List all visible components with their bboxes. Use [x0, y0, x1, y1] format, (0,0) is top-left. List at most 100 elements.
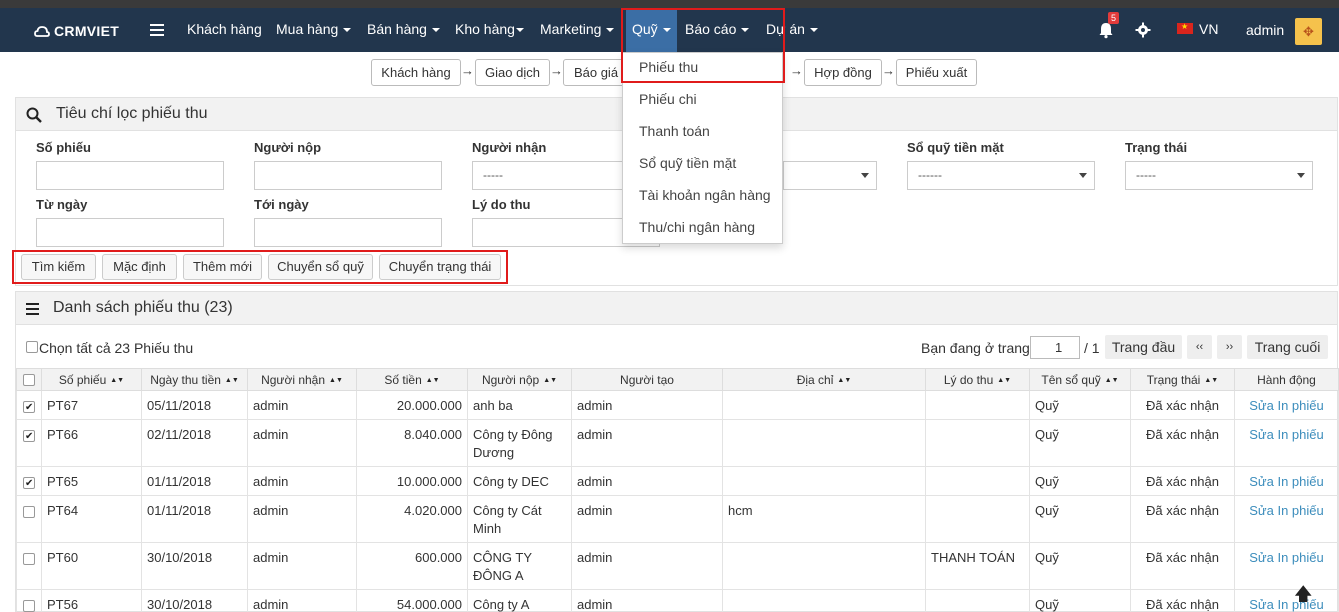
cell-nguoi-nop: Công ty Đông Dương [467, 419, 572, 467]
edit-print-link[interactable]: Sửa In phiếu [1249, 474, 1323, 489]
move-status-button[interactable]: Chuyển trạng thái [379, 254, 501, 280]
col-ten-so-quy[interactable]: Tên sổ quỹ ▲▼ [1029, 368, 1131, 391]
nav-ban-hang[interactable]: Bán hàng [367, 8, 440, 52]
nav-mua-hang[interactable]: Mua hàng [276, 8, 352, 52]
row-checkbox[interactable] [23, 475, 35, 493]
chevron-down-icon [861, 173, 869, 178]
hidden-select[interactable] [783, 161, 877, 190]
cell-nguoi-nop: anh ba [467, 390, 572, 420]
avatar[interactable]: ✥ [1295, 18, 1322, 45]
cell-ly-do [925, 589, 1030, 612]
flow-step-hop-dong[interactable]: Hợp đồng [804, 59, 882, 86]
edit-print-link[interactable]: Sửa In phiếu [1249, 597, 1323, 612]
flow-step-giao-dich[interactable]: Giao dịch [475, 59, 550, 86]
nguoi-nop-input[interactable] [254, 161, 442, 190]
nav-bao-cao[interactable]: Báo cáo [685, 8, 750, 52]
first-page-button[interactable]: Trang đầu [1105, 335, 1182, 359]
col-dia-chi[interactable]: Địa chỉ ▲▼ [722, 368, 926, 391]
col-ly-do[interactable]: Lý do thu ▲▼ [925, 368, 1030, 391]
label-so-phieu: Số phiếu [36, 140, 91, 155]
cell-hanh-dong: Sửa In phiếu [1234, 495, 1339, 543]
table-row[interactable]: PT66 02/11/2018 admin 8.040.000 Công ty Đông… [16, 419, 1339, 467]
user-name[interactable]: admin [1246, 8, 1284, 52]
table-row[interactable]: PT67 05/11/2018 admin 20.000.000 anh ba admin… [16, 390, 1339, 420]
prev-page-button[interactable]: ‹‹ [1187, 335, 1212, 359]
gear-icon[interactable] [1135, 22, 1151, 38]
col-nguoi-nop[interactable]: Người nộp ▲▼ [467, 368, 572, 391]
toi-ngay-input[interactable] [254, 218, 442, 247]
nav-khach-hang[interactable]: Khách hàng [187, 8, 262, 52]
default-button[interactable]: Mặc định [102, 254, 177, 280]
cell-ten-so-quy: Quỹ [1029, 419, 1131, 467]
cell-nguoi-nop: CÔNG TY ĐÔNG A [467, 542, 572, 590]
so-quy-select[interactable]: ------ [907, 161, 1095, 190]
add-new-button[interactable]: Thêm mới [183, 254, 262, 280]
next-page-button[interactable]: ›› [1217, 335, 1242, 359]
table-row[interactable]: PT64 01/11/2018 admin 4.020.000 Công ty Cát … [16, 495, 1339, 543]
sort-icon: ▲▼ [224, 376, 239, 384]
cell-nguoi-nop-text: anh ba [473, 398, 513, 413]
move-fund-button[interactable]: Chuyển sổ quỹ [268, 254, 373, 280]
chevron-down-icon [662, 28, 671, 33]
cell-ngay-thu: 05/11/2018 [141, 390, 248, 420]
select-all-label: Chọn tất cả 23 Phiếu thu [39, 340, 194, 356]
nav-quy[interactable]: Quỹ [626, 8, 677, 52]
flow-step-khach-hang[interactable]: Khách hàng [371, 59, 461, 86]
edit-print-link[interactable]: Sửa In phiếu [1249, 398, 1323, 413]
page-number-input[interactable]: 1 [1030, 336, 1080, 359]
select-all-checkbox[interactable] [26, 341, 38, 353]
scroll-top-icon[interactable]: 🡅 [1294, 582, 1313, 612]
label-trang-thai: Trạng thái [1125, 140, 1188, 155]
cell-hanh-dong: Sửa In phiếu [1234, 390, 1339, 420]
table-row[interactable]: PT56 30/10/2018 admin 54.000.000 Công ty A ad… [16, 589, 1339, 612]
header-checkbox[interactable] [23, 374, 35, 386]
cell-nguoi-nhan: admin [247, 466, 357, 496]
table-row[interactable]: PT65 01/11/2018 admin 10.000.000 Công ty DEC… [16, 466, 1339, 496]
col-nguoi-nhan[interactable]: Người nhận ▲▼ [247, 368, 357, 391]
table-row[interactable]: PT60 30/10/2018 admin 600.000 CÔNG TY ĐÔNG A… [16, 542, 1339, 590]
list-title: Danh sách phiếu thu (23) [53, 299, 233, 316]
brand-logo[interactable]: CRMVIET [34, 22, 119, 40]
menu-item-phieu-thu[interactable]: Phiếu thu [639, 59, 698, 75]
pager-prefix: Bạn đang ở trang [921, 340, 1030, 356]
row-checkbox[interactable] [23, 553, 35, 565]
flow-step-phieu-xuat[interactable]: Phiếu xuất [896, 59, 977, 86]
row-checkbox[interactable] [23, 399, 35, 417]
menu-item-thu-chi-ngan-hang[interactable]: Thu/chi ngân hàng [639, 219, 755, 235]
cell-so-phieu-text: PT56 [47, 597, 79, 612]
flow-step-bao-gia[interactable]: Báo giá [563, 59, 629, 86]
so-phieu-input[interactable] [36, 161, 224, 190]
nguoi-nhan-select[interactable]: ----- [472, 161, 632, 190]
brand-name: CRMVIET [54, 23, 120, 39]
nav-marketing[interactable]: Marketing [540, 8, 615, 52]
menu-item-phieu-chi[interactable]: Phiếu chi [639, 91, 697, 107]
language-selector[interactable]: VN [1199, 8, 1218, 50]
menu-item-so-quy-tien-mat[interactable]: Sổ quỹ tiền mặt [639, 155, 736, 171]
nav-kho-hang[interactable]: Kho hàng [455, 8, 524, 52]
menu-item-tai-khoan-ngan-hang[interactable]: Tài khoản ngân hàng [639, 187, 771, 203]
edit-print-link[interactable]: Sửa In phiếu [1249, 503, 1323, 518]
row-checkbox[interactable] [23, 428, 35, 446]
edit-print-link[interactable]: Sửa In phiếu [1249, 427, 1323, 442]
nav-du-an[interactable]: Dự án [766, 8, 818, 52]
vietnam-flag-icon[interactable] [1177, 22, 1193, 34]
cell-ten-so-quy: Quỹ [1029, 542, 1131, 590]
menu-item-thanh-toan[interactable]: Thanh toán [639, 123, 710, 139]
search-button[interactable]: Tìm kiếm [21, 254, 96, 280]
col-trang-thai[interactable]: Trạng thái ▲▼ [1130, 368, 1235, 391]
col-so-phieu[interactable]: Số phiếu ▲▼ [41, 368, 142, 391]
trang-thai-select[interactable]: ----- [1125, 161, 1313, 190]
last-page-button[interactable]: Trang cuối [1247, 335, 1328, 359]
cell-nguoi-nhan-text: admin [253, 597, 289, 612]
cell-dia-chi-text: hcm [728, 503, 753, 518]
row-checkbox[interactable] [23, 600, 35, 612]
edit-print-link[interactable]: Sửa In phiếu [1249, 550, 1323, 565]
row-checkbox[interactable] [23, 506, 35, 518]
col-ngay-thu[interactable]: Ngày thu tiền ▲▼ [141, 368, 248, 391]
cell-ten-so-quy: Quỹ [1029, 390, 1131, 420]
cell-check [16, 542, 42, 590]
menu-toggle-icon[interactable] [150, 24, 164, 36]
col-so-tien[interactable]: Số tiền ▲▼ [356, 368, 468, 391]
cell-nguoi-nhan-text: admin [253, 427, 289, 442]
tu-ngay-input[interactable] [36, 218, 224, 247]
